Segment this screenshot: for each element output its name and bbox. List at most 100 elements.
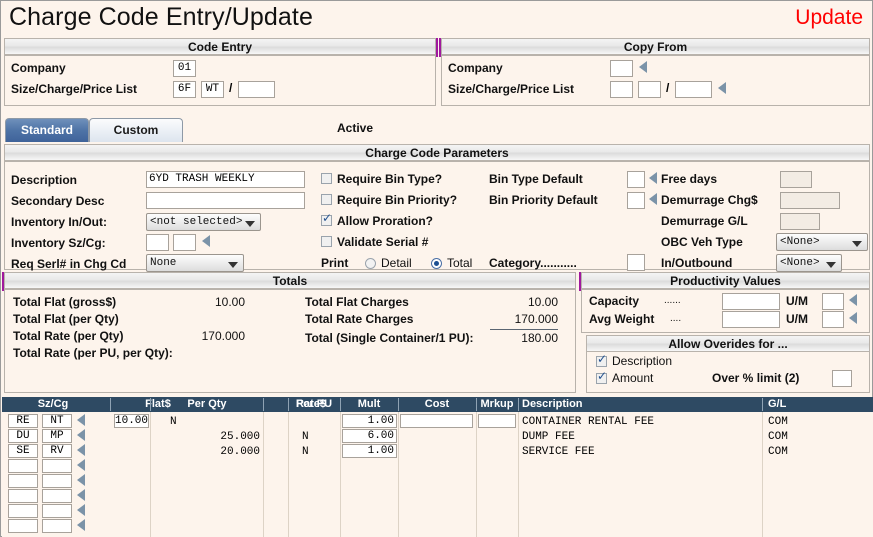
row-cg-input[interactable]: NT [42, 414, 72, 428]
avg-weight-um-lookup-arrow-icon[interactable] [849, 312, 857, 324]
row-lookup-arrow-icon[interactable] [77, 444, 85, 456]
require-bin-priority-checkbox[interactable] [321, 194, 332, 205]
grid-col-description[interactable]: Description [522, 397, 642, 412]
bin-priority-default-input[interactable] [627, 192, 645, 209]
avg-weight-input[interactable] [722, 311, 780, 328]
over-limit-input[interactable] [832, 370, 852, 387]
row-lookup-arrow-icon[interactable] [77, 489, 85, 501]
row-cg-input[interactable] [42, 519, 72, 533]
row-lookup-arrow-icon[interactable] [77, 504, 85, 516]
row-cg-input[interactable] [42, 504, 72, 518]
total-rate-charges-label: Total Rate Charges [305, 312, 414, 326]
row-sz-input[interactable]: RE [8, 414, 38, 428]
active-label: Active [337, 121, 374, 135]
capacity-um-input[interactable] [822, 293, 844, 310]
total-flat-charges-value: 10.00 [527, 295, 558, 309]
allow-proration-checkbox[interactable] [321, 211, 332, 226]
row-cg-input[interactable] [42, 459, 72, 473]
row-sz-input[interactable] [8, 504, 38, 518]
inoutbound-value: <None> [780, 257, 820, 269]
override-amount-checkbox[interactable] [596, 369, 607, 384]
row-cg-input[interactable]: RV [42, 444, 72, 458]
tab-standard[interactable]: Standard [5, 118, 89, 142]
row-sz-input[interactable] [8, 459, 38, 473]
require-bin-type-checkbox[interactable] [321, 173, 332, 184]
print-total-radio[interactable] [431, 258, 442, 269]
row-sz-input[interactable]: SE [8, 444, 38, 458]
row-lookup-arrow-icon[interactable] [77, 459, 85, 471]
row-rate-value: 25.000 [220, 431, 260, 443]
grid-col-gl[interactable]: G/L [768, 397, 808, 412]
description-input[interactable]: 6YD TRASH WEEKLY [146, 171, 305, 188]
row-sz-input[interactable] [8, 519, 38, 533]
req-serl-label: Req Serl# in Chg Cd [11, 257, 127, 271]
capacity-um-label: U/M [786, 294, 808, 308]
inventory-cg-input[interactable] [173, 234, 196, 251]
grid-col-mult[interactable]: Mult [340, 397, 398, 412]
category-label: Category........... [489, 256, 577, 270]
row-mrkup-input[interactable] [478, 414, 516, 428]
copy-from-header: Copy From [439, 38, 870, 57]
capacity-label: Capacity [589, 294, 640, 308]
capacity-um-lookup-arrow-icon[interactable] [849, 294, 857, 306]
secondary-desc-input[interactable] [146, 192, 305, 209]
row-flat-input[interactable]: 10.00 [114, 414, 149, 428]
secondary-desc-label: Secondary Desc [11, 194, 105, 208]
bin-priority-default-lookup-arrow-icon[interactable] [649, 193, 657, 205]
row-sz-input[interactable] [8, 489, 38, 503]
grid-col-per-qty[interactable]: Per Qty [152, 397, 262, 412]
code-entry-charge-input[interactable]: WT [201, 81, 224, 98]
validate-serial-checkbox[interactable] [321, 236, 332, 247]
inventory-inout-select[interactable]: <not selected> [146, 213, 261, 231]
over-limit-label: Over % limit (2) [712, 371, 800, 385]
code-entry-size-input[interactable]: 6F [173, 81, 196, 98]
row-lookup-arrow-icon[interactable] [77, 474, 85, 486]
row-lookup-arrow-icon[interactable] [77, 429, 85, 441]
row-mult-input[interactable]: 1.00 [342, 414, 397, 428]
category-input[interactable] [627, 254, 645, 271]
row-lookup-arrow-icon[interactable] [77, 519, 85, 531]
total-rate-perpu-label: Total Rate (per PU, per Qty): [13, 346, 173, 360]
code-entry-company-label: Company [11, 61, 66, 75]
demurrage-gl-input[interactable] [780, 213, 820, 230]
grid-col-mrkup[interactable]: Mrkup [476, 397, 518, 412]
override-description-checkbox[interactable] [596, 352, 607, 367]
copy-from-size-input[interactable] [610, 81, 633, 98]
row-cg-input[interactable]: MP [42, 429, 72, 443]
inventory-sz-input[interactable] [146, 234, 169, 251]
grid-col-per-pu[interactable]: Per PU [288, 397, 340, 412]
grid-header-row: Sz/Cg Flat$ Per Qty Rate$ Per PU Mult Co… [2, 397, 873, 412]
code-entry-company-input[interactable]: 01 [173, 60, 196, 77]
copy-from-charge-input[interactable] [638, 81, 661, 98]
print-detail-radio[interactable] [365, 258, 376, 269]
copy-from-pricelist-lookup-arrow-icon[interactable] [718, 82, 726, 94]
code-entry-panel: Company 01 Size/Charge/Price List 6F WT … [4, 55, 436, 106]
row-sz-input[interactable] [8, 474, 38, 488]
row-lookup-arrow-icon[interactable] [77, 414, 85, 426]
grid-col-cost[interactable]: Cost [398, 397, 476, 412]
bin-type-default-label: Bin Type Default [489, 172, 583, 186]
obc-veh-type-select[interactable]: <None> [776, 233, 868, 251]
code-entry-pricelist-input[interactable] [238, 81, 275, 98]
req-serl-select[interactable]: None [146, 254, 244, 272]
row-mult-input[interactable]: 6.00 [342, 429, 397, 443]
row-mult-input[interactable]: 1.00 [342, 444, 397, 458]
bin-type-default-lookup-arrow-icon[interactable] [649, 172, 657, 184]
tab-custom[interactable]: Custom [89, 118, 183, 142]
capacity-input[interactable] [722, 293, 780, 310]
avg-weight-um-input[interactable] [822, 311, 844, 328]
copy-from-company-input[interactable] [610, 60, 633, 77]
row-cost-input[interactable] [400, 414, 473, 428]
obc-veh-type-label: OBC Veh Type [661, 235, 743, 249]
row-cg-input[interactable] [42, 474, 72, 488]
inventory-szcg-lookup-arrow-icon[interactable] [202, 235, 210, 247]
row-sz-input[interactable]: DU [8, 429, 38, 443]
inoutbound-select[interactable]: <None> [776, 254, 842, 272]
bin-type-default-input[interactable] [627, 171, 645, 188]
row-cg-input[interactable] [42, 489, 72, 503]
free-days-input[interactable] [780, 171, 812, 188]
copy-from-company-lookup-arrow-icon[interactable] [639, 61, 647, 73]
copy-from-pricelist-input[interactable] [675, 81, 712, 98]
grid-col-szcg[interactable]: Sz/Cg [8, 397, 98, 412]
demurrage-chg-input[interactable] [780, 192, 840, 209]
